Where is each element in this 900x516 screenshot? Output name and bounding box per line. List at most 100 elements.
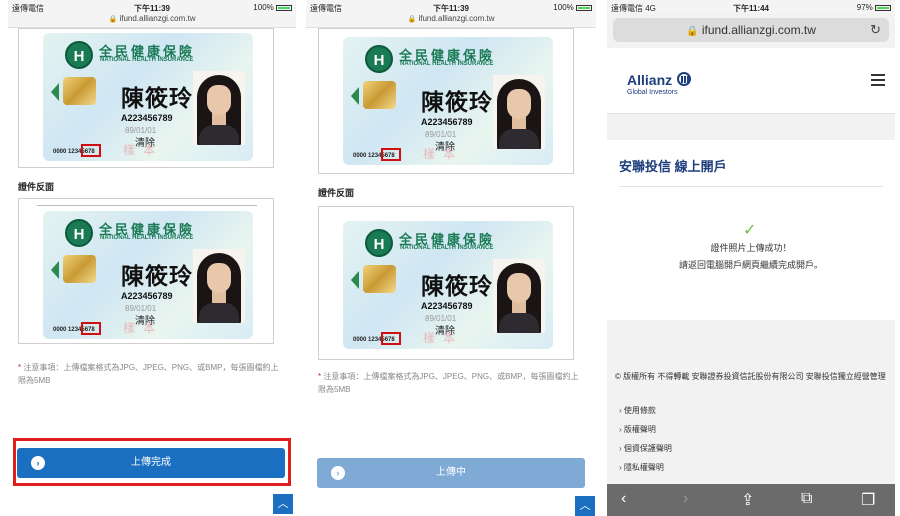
card-sample-stamp: 樣本 [123, 143, 164, 157]
card-chip [363, 265, 396, 293]
card-chip [63, 255, 96, 283]
nhi-logo-icon: H [65, 41, 93, 69]
card-sample-stamp: 樣本 [423, 331, 464, 345]
url-text: ifund.allianzgi.com.tw [119, 14, 196, 23]
arrow-right-icon: › [31, 456, 45, 470]
id-card-back-image: H 全民健康保險 NATIONAL HEALTH INSURANCE 陳筱玲 A… [43, 211, 253, 339]
battery-percent: 100% [553, 3, 574, 12]
status-time: 下午11:44 [732, 4, 770, 13]
page-title: 安聯投信 線上開戶 [619, 159, 727, 174]
serial-highlight-box [81, 322, 101, 335]
lock-icon: 🔒 [407, 16, 417, 23]
success-message: 證件照片上傳成功！ [710, 243, 792, 253]
nhi-logo-icon: H [365, 229, 393, 257]
card-id-number: A223456789 [121, 113, 173, 123]
card-photo [493, 259, 545, 333]
uploading-label: 上傳中 [436, 467, 466, 478]
id-card-back-image: H 全民健康保險 NATIONAL HEALTH INSURANCE 陳筱玲 A… [343, 221, 553, 349]
uploading-button[interactable]: › 上傳中 [317, 458, 585, 488]
card-title-en: NATIONAL HEALTH INSURANCE [100, 235, 194, 241]
id-card-back-frame[interactable]: H 全民健康保險 NATIONAL HEALTH INSURANCE 陳筱玲 A… [18, 198, 274, 344]
arrow-right-icon: › [331, 466, 345, 480]
back-icon[interactable]: ‹ [621, 490, 626, 508]
phone-screen-uploading: 遠傳電信 下午11:39 100% 🔒 ifund.allianzgi.com.… [306, 0, 596, 516]
card-id-number: A223456789 [121, 291, 173, 301]
share-icon[interactable]: ⇪ [741, 490, 754, 510]
card-id-number: A223456789 [421, 117, 473, 127]
back-side-label: 證件反面 [318, 188, 355, 198]
back-side-label: 證件反面 [18, 182, 55, 192]
required-star-icon: * [18, 363, 22, 372]
id-card-front-frame[interactable]: H 全民健康保險 NATIONAL HEALTH INSURANCE 陳筱玲 A… [318, 28, 574, 174]
serial-highlight-box [81, 144, 101, 157]
id-card-front-image: H 全民健康保險 NATIONAL HEALTH INSURANCE 陳筱玲 A… [43, 33, 253, 161]
scroll-top-button[interactable]: ︿ [273, 494, 293, 514]
checkmark-icon: ✓ [743, 222, 757, 239]
battery-percent: 100% [253, 3, 274, 12]
upload-note-text: 注意事項：上傳檔案格式為JPG、JPEG、PNG、或BMP，每張圖檔約上限為5M… [18, 363, 279, 385]
battery-icon [576, 4, 592, 11]
battery-status: 100% [253, 3, 292, 12]
card-sample-stamp: 樣本 [123, 321, 164, 335]
card-holder-name: 陳筱玲 [121, 264, 193, 290]
card-chip [363, 81, 396, 109]
nhi-logo-icon: H [65, 219, 93, 247]
upload-note: * 注意事項：上傳檔案格式為JPG、JPEG、PNG、或BMP，每張圖檔約上限為… [318, 370, 586, 396]
bookmarks-icon[interactable]: ⧉ [801, 490, 812, 508]
status-bar: 遠傳電信 下午11:39 100% [306, 0, 596, 14]
required-star-icon: * [318, 372, 322, 381]
site-header: Allianz Global Investors [607, 48, 895, 114]
url-bar[interactable]: 🔒 ifund.allianzgi.com.tw ↻ [613, 18, 889, 42]
card-holder-name: 陳筱玲 [121, 86, 193, 112]
battery-status: 97% [857, 3, 891, 12]
phone-screen-upload-complete: 遠傳電信 下午11:39 100% 🔒 ifund.allianzgi.com.… [8, 0, 296, 516]
forward-icon[interactable]: › [683, 490, 688, 508]
battery-icon [276, 4, 292, 11]
card-title-en: NATIONAL HEALTH INSURANCE [400, 61, 494, 67]
card-chip [63, 77, 96, 105]
battery-status: 100% [553, 3, 592, 12]
scroll-top-button[interactable]: ︿ [575, 496, 595, 516]
tabs-icon[interactable]: ❐ [861, 490, 875, 510]
reload-icon[interactable]: ↻ [870, 18, 881, 42]
url-text: ifund.allianzgi.com.tw [418, 14, 495, 23]
chevron-up-icon: ︿ [277, 498, 289, 510]
card-title-en: NATIONAL HEALTH INSURANCE [400, 245, 494, 251]
phone-screen-success: 遠傳電信 4G 下午11:44 97% 🔒 ifund.allianzgi.co… [607, 0, 895, 516]
url-bar[interactable]: 🔒 ifund.allianzgi.com.tw [8, 14, 296, 28]
upload-complete-button[interactable]: › 上傳完成 [17, 448, 285, 478]
footer-link-privacy[interactable]: 隱私權聲明 [619, 462, 664, 473]
frame-divider [37, 205, 257, 206]
battery-icon [875, 4, 891, 11]
id-card-front-frame[interactable]: H 全民健康保險 NATIONAL HEALTH INSURANCE 陳筱玲 A… [18, 28, 274, 168]
return-instruction: 請返回電腦開戶網頁繼續完成開戶。 [678, 260, 823, 270]
lock-icon: 🔒 [108, 16, 118, 23]
url-bar[interactable]: 🔒 ifund.allianzgi.com.tw [306, 14, 596, 28]
serial-highlight-box [381, 148, 401, 161]
serial-highlight-box [381, 332, 401, 345]
id-card-back-frame[interactable]: H 全民健康保險 NATIONAL HEALTH INSURANCE 陳筱玲 A… [318, 206, 574, 360]
card-id-number: A223456789 [421, 301, 473, 311]
upload-note: * 注意事項：上傳檔案格式為JPG、JPEG、PNG、或BMP，每張圖檔約上限為… [18, 361, 286, 387]
allianz-eagle-icon [677, 72, 691, 86]
card-photo [193, 249, 245, 323]
card-photo [493, 75, 545, 149]
upload-complete-label: 上傳完成 [131, 457, 171, 468]
status-bar: 遠傳電信 下午11:39 100% [8, 0, 296, 14]
brand-name: Allianz [627, 72, 673, 88]
card-holder-name: 陳筱玲 [421, 90, 493, 116]
site-footer: © 版權所有 不得轉載 安聯證券投資信託股份有限公司 安聯投信獨立經營管理 使用… [607, 347, 895, 487]
footer-link-data-protection[interactable]: 個資保護聲明 [619, 443, 672, 454]
menu-icon[interactable] [871, 74, 885, 86]
card-arrow-icon [51, 261, 59, 279]
safari-toolbar: ‹ › ⇪ ⧉ ❐ [607, 484, 895, 516]
battery-percent: 97% [856, 3, 873, 12]
card-title-en: NATIONAL HEALTH INSURANCE [100, 57, 194, 63]
footer-link-copyright[interactable]: 版權聲明 [619, 424, 656, 435]
footer-link-terms[interactable]: 使用條款 [619, 405, 656, 416]
upload-note-text: 注意事項：上傳檔案格式為JPG、JPEG、PNG、或BMP，每張圖檔約上限為5M… [318, 372, 579, 394]
card-holder-name: 陳筱玲 [421, 274, 493, 300]
title-divider [619, 186, 883, 187]
success-panel: 安聯投信 線上開戶 ✓ 證件照片上傳成功！ 請返回電腦開戶網頁繼續完成開戶。 [607, 140, 895, 320]
id-card-front-image: H 全民健康保險 NATIONAL HEALTH INSURANCE 陳筱玲 A… [343, 37, 553, 165]
